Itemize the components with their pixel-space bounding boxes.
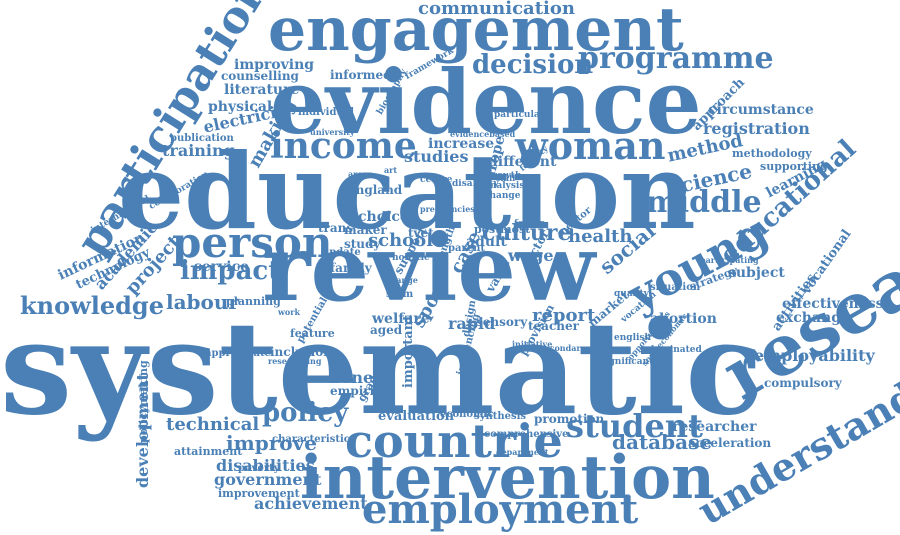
cloud-word-planning: planning [226, 295, 281, 308]
cloud-word-sensory: sensory [476, 315, 528, 329]
cloud-word-comprehensive: comprehensive [484, 429, 569, 440]
cloud-word-policymaking: policymaking [137, 360, 150, 443]
cloud-word-range: range [392, 275, 418, 285]
cloud-word-knowledge: knowledge [20, 291, 164, 320]
cloud-word-areas: areas [348, 169, 373, 179]
cloud-word-situation: situation [650, 282, 701, 293]
cloud-word-university: university [310, 127, 355, 137]
cloud-word-communication: communication [418, 0, 575, 19]
cloud-word-methodology: methodology [732, 147, 812, 160]
cloud-word-pregnancies: pregnancies [420, 204, 475, 214]
cloud-word-physical: physical [208, 99, 273, 115]
cloud-word-promotion: promotion [534, 412, 605, 426]
cloud-word-training: training [162, 141, 235, 160]
cloud-word-disability: disability [452, 179, 499, 189]
cloud-word-important: important [401, 314, 416, 388]
cloud-word-improvement: improvement [218, 487, 300, 500]
cloud-word-participating: participating [700, 255, 759, 265]
cloud-word-post: post [474, 223, 501, 236]
cloud-word-change: change [484, 191, 521, 201]
cloud-word-government: government [214, 470, 322, 489]
cloud-word-centre: centre [420, 175, 453, 185]
cloud-word-study: study [344, 237, 381, 251]
cloud-word-policy: policy [262, 398, 349, 428]
cloud-word-particular: particular [494, 110, 545, 120]
cloud-word-synthesis: synthesis [474, 411, 527, 422]
cloud-word-family: family [330, 261, 372, 275]
cloud-word-acceleration: acceleration [688, 436, 772, 450]
cloud-word-quality: quality [614, 289, 649, 299]
cloud-word-countrie: countrie [345, 414, 563, 468]
cloud-word-informed: informed [330, 68, 392, 82]
cloud-word-choice: choice [358, 209, 409, 225]
cloud-word-work: work [278, 307, 300, 317]
cloud-word-appropriate: appropriate [205, 348, 271, 359]
cloud-word-individual: individual [298, 107, 355, 118]
cloud-word-poverty: poverty [238, 463, 280, 474]
word-cloud: systematic education review evidence interve… [0, 0, 900, 535]
cloud-word-stem: stem [386, 289, 414, 300]
cloud-word-secondary: secondary [540, 343, 586, 353]
cloud-word-publication: publication [170, 133, 234, 144]
cloud-word-evidencebased: evidencebased [450, 129, 516, 139]
cloud-word-attainment: attainment [174, 445, 243, 458]
cloud-word-employability: employability [754, 346, 875, 365]
cloud-word-researcher: researcher [672, 419, 757, 435]
cloud-word-counselling: counselling [221, 69, 299, 83]
cloud-word-researching: researching [268, 356, 322, 366]
cloud-word-compulsory: compulsory [764, 376, 842, 390]
cloud-word-increase: increase [428, 136, 495, 152]
cloud-word-health: health [568, 226, 633, 247]
cloud-word-decision: decision [472, 50, 594, 80]
cloud-word-service: service [194, 259, 250, 275]
cloud-word-art: art [384, 165, 398, 175]
cloud-word-skill: skill [496, 173, 516, 183]
cloud-word-trans: trans [318, 221, 354, 235]
cloud-word-literature: literature [224, 82, 300, 98]
cloud-word-aged: aged [370, 323, 403, 337]
cloud-word-most: most [500, 223, 531, 236]
cloud-word-parent: parent [448, 243, 485, 254]
cloud-word-characteristic: characteristic [272, 434, 350, 445]
cloud-word-employment: employment [362, 486, 639, 533]
cloud-word-supporting: supporting [760, 160, 828, 173]
cloud-word-england: england [348, 183, 403, 197]
cloud-word-department: department [496, 447, 549, 457]
cloud-word-programme: programme [578, 41, 774, 76]
